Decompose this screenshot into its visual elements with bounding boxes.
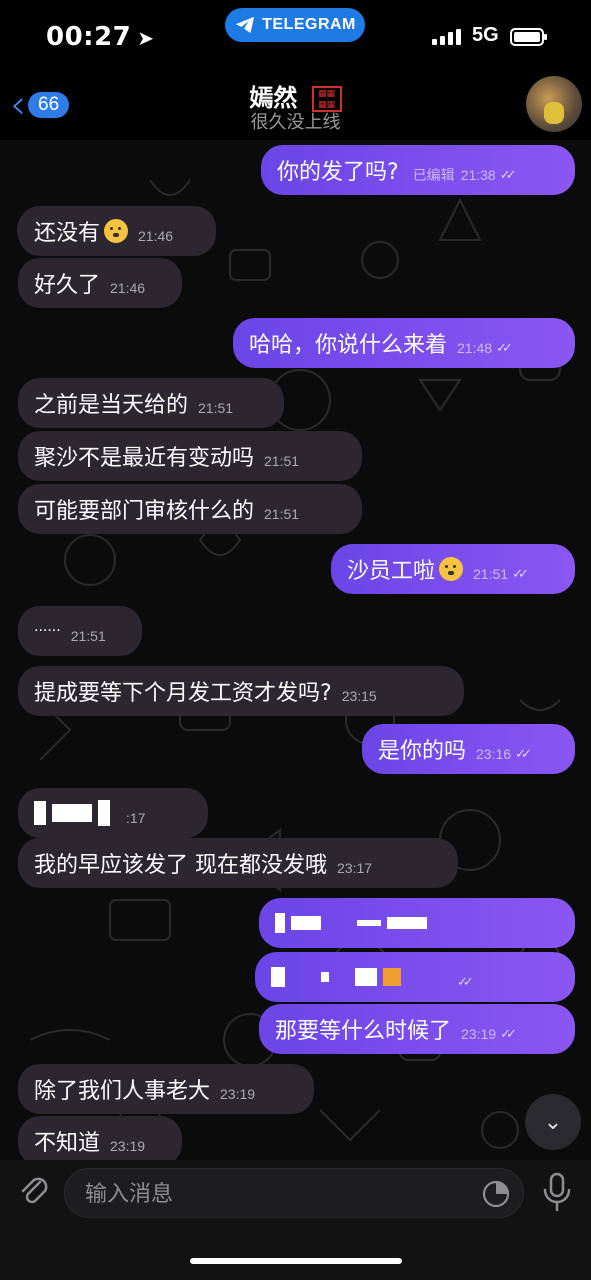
signal-icon — [432, 29, 461, 45]
home-indicator — [190, 1258, 402, 1264]
message-in[interactable]: 除了我们人事老大 23:19 — [18, 1064, 314, 1114]
message-in[interactable]: 好久了 21:46 — [18, 258, 182, 308]
chevron-down-icon: ⌄ — [543, 1109, 563, 1135]
double-check-icon: ✓✓ — [457, 974, 474, 990]
sticker-icon[interactable] — [481, 1179, 511, 1209]
message-in-redacted[interactable]: :17 — [18, 788, 208, 838]
message-out[interactable]: 是你的吗 23:16 ✓✓ — [362, 724, 575, 774]
message-out[interactable]: 你的发了吗? 已编辑 21:38 ✓✓ — [261, 145, 575, 195]
message-in[interactable]: 提成要等下个月发工资才发吗? 23:15 — [18, 666, 464, 716]
double-check-icon: ✓✓ — [512, 566, 529, 582]
microphone-icon[interactable] — [540, 1172, 574, 1212]
message-out[interactable]: 沙员工啦 21:51 ✓✓ — [331, 544, 575, 594]
message-list[interactable]: 你的发了吗? 已编辑 21:38 ✓✓ 还没有 21:46 好久了 21:46 … — [0, 140, 591, 1160]
message-input-field[interactable] — [64, 1168, 524, 1219]
double-check-icon: ✓✓ — [515, 746, 532, 762]
avatar[interactable] — [526, 76, 582, 132]
message-out[interactable]: 那要等什么时候了 23:19 ✓✓ — [259, 1004, 575, 1054]
message-in[interactable]: 我的早应该发了 现在都没发哦 23:17 — [18, 838, 458, 888]
location-arrow-icon: ➤ — [137, 26, 155, 50]
message-out-redacted[interactable] — [259, 898, 575, 948]
status-time: 00:27 ➤ — [46, 22, 155, 52]
message-in[interactable]: 之前是当天给的 21:51 — [18, 378, 284, 428]
emoji-flushed-icon — [104, 219, 129, 243]
message-out-redacted[interactable]: ✓✓ — [255, 952, 575, 1002]
status-bar: 00:27 ➤ TELEGRAM 5G — [0, 0, 591, 70]
telegram-pill[interactable]: TELEGRAM — [225, 8, 365, 42]
message-out[interactable]: 哈哈，你说什么来着 21:48 ✓✓ — [233, 318, 575, 368]
double-check-icon: ✓✓ — [500, 1026, 517, 1042]
scroll-down-button[interactable]: ⌄ — [525, 1094, 581, 1150]
battery-icon — [510, 28, 547, 46]
message-in[interactable]: 可能要部门审核什么的 21:51 — [18, 484, 362, 534]
attachment-clip-icon[interactable] — [18, 1174, 50, 1210]
double-check-icon: ✓✓ — [496, 340, 513, 356]
chat-subtitle: 很久没上线 — [250, 112, 341, 133]
double-check-icon: ✓✓ — [499, 167, 517, 183]
network-type: 5G — [472, 24, 499, 46]
message-input[interactable] — [83, 1169, 467, 1219]
message-in[interactable]: ······ 21:51 — [18, 606, 142, 656]
chat-header: ‹ 66 嫣然 ▦▦ ▦▦ 很久没上线 — [0, 70, 591, 140]
message-in[interactable]: 聚沙不是最近有变动吗 21:51 — [18, 431, 362, 481]
message-in[interactable]: 不知道 23:19 — [18, 1116, 182, 1160]
emoji-laughing-icon — [439, 557, 464, 581]
message-in[interactable]: 还没有 21:46 — [18, 206, 216, 256]
telegram-icon — [236, 16, 255, 34]
